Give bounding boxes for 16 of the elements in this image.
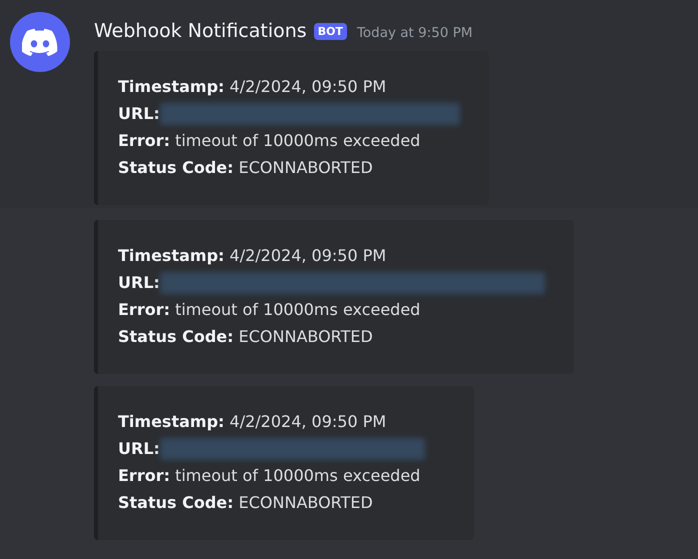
embed-field-label: URL:: [118, 103, 160, 125]
embed-field-label: URL:: [118, 272, 160, 294]
embed-field: Error: timeout of 10000ms exceeded: [118, 296, 554, 323]
message-time: Today at 9:50 PM: [356, 24, 473, 40]
embed-field: Timestamp: 4/2/2024, 09:50 PM: [118, 73, 469, 100]
embed-field-label: URL:: [118, 438, 160, 460]
bot-tag: BOT: [314, 22, 347, 40]
embed-field: Error: timeout of 10000ms exceeded: [118, 127, 469, 154]
embed-field: Status Code: ECONNABORTED: [118, 154, 469, 181]
embed-field: Timestamp: 4/2/2024, 09:50 PM: [118, 408, 454, 435]
author-name[interactable]: Webhook Notifications: [94, 20, 307, 42]
embed-field: Status Code: ECONNABORTED: [118, 489, 454, 516]
embed-field: Error: timeout of 10000ms exceeded: [118, 462, 454, 489]
controller-icon: [22, 28, 58, 56]
embed-field: Timestamp: 4/2/2024, 09:50 PM: [118, 242, 554, 269]
embed-field: Status Code: ECONNABORTED: [118, 323, 554, 350]
